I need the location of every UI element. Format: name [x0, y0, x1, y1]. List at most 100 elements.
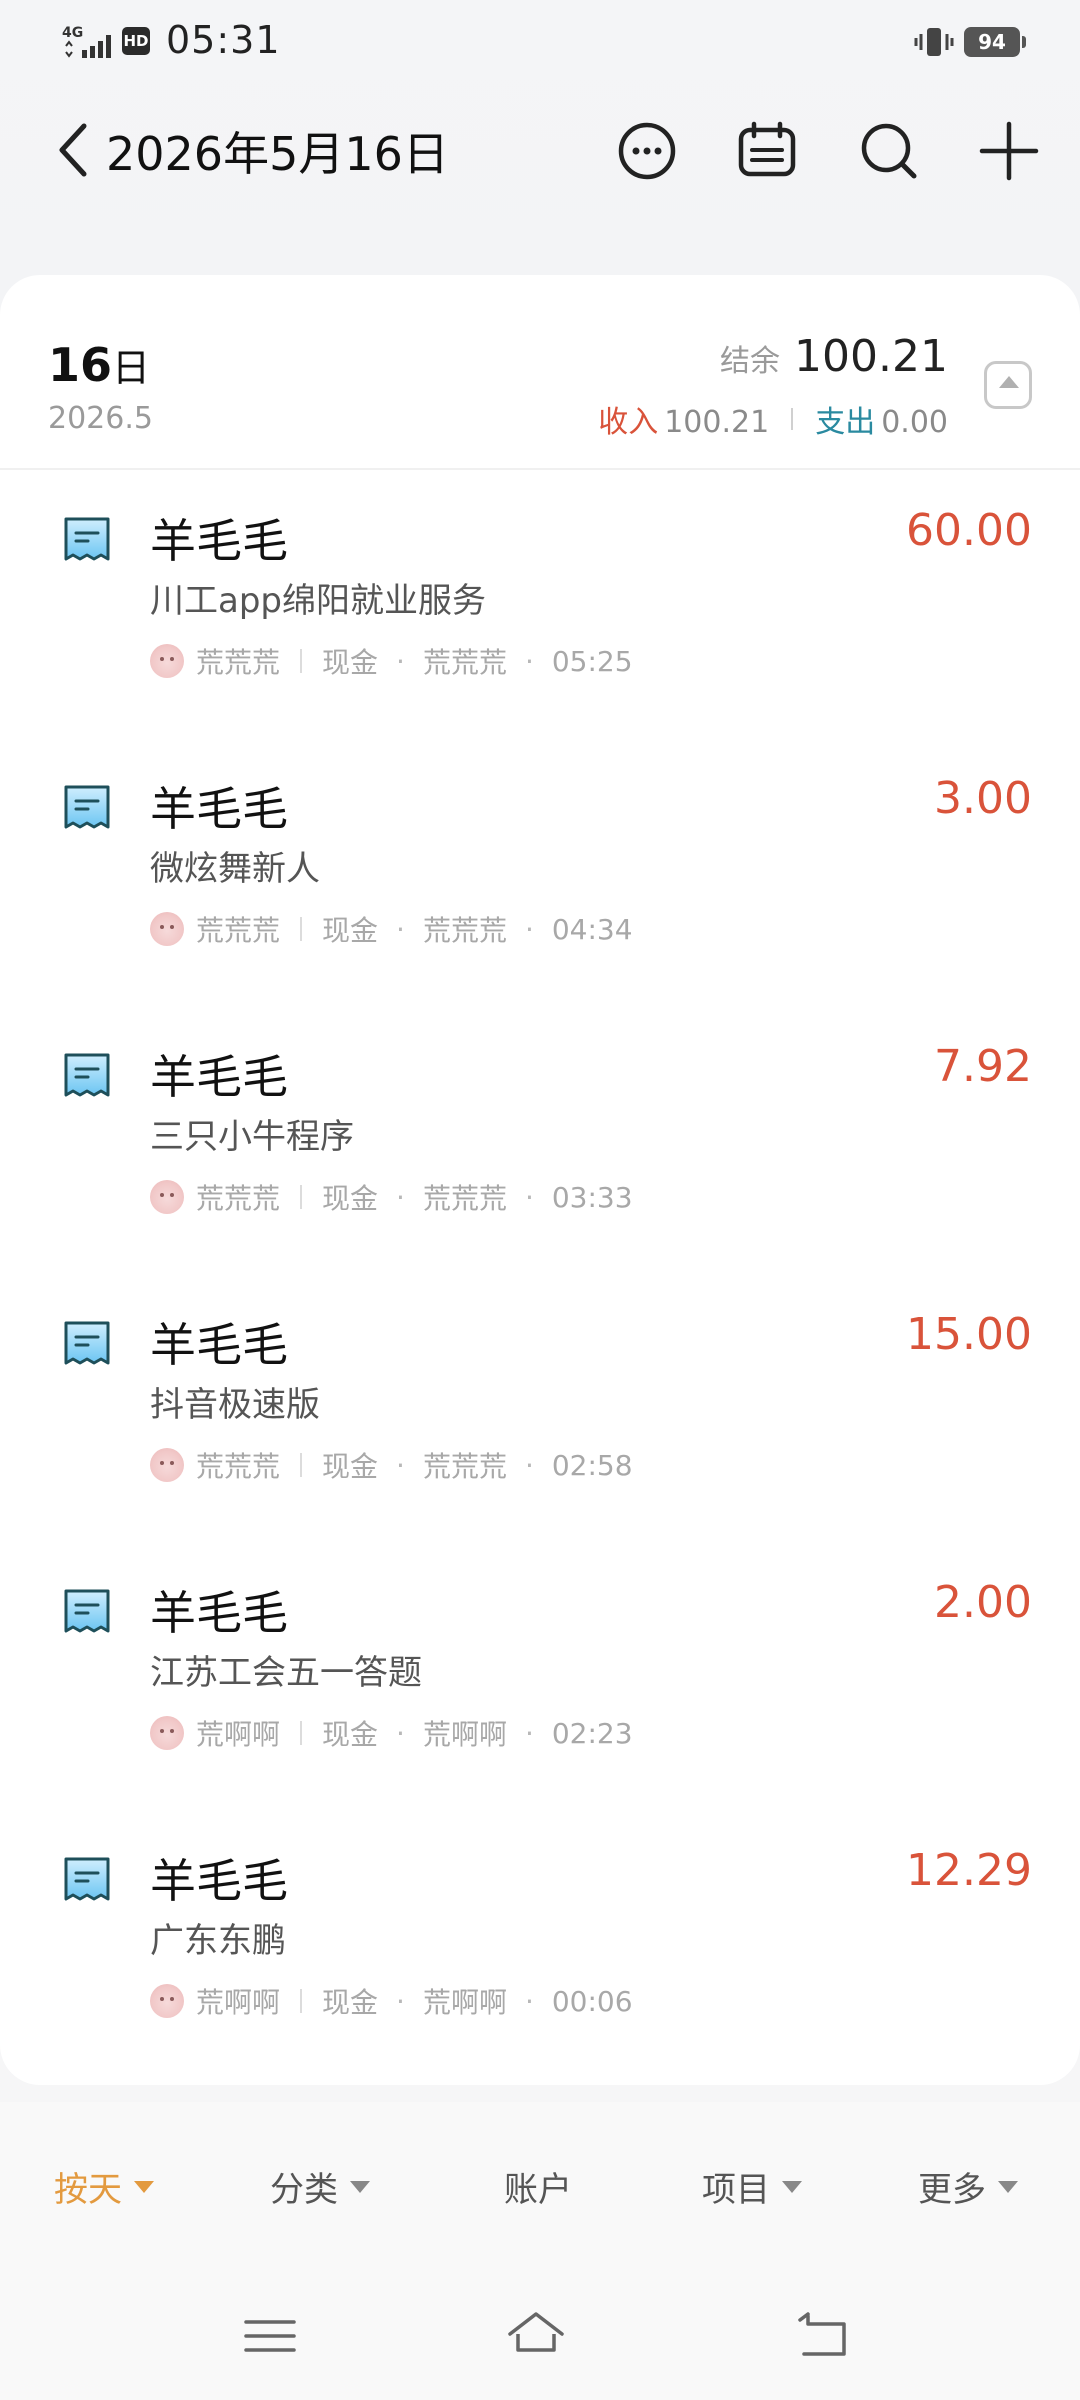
entry-member: 荒荒荒	[196, 1182, 281, 1215]
tab-by-day[interactable]: 按天	[54, 2162, 154, 2211]
entry-note: 三只小牛程序	[150, 1117, 354, 1157]
avatar	[150, 912, 184, 946]
entry-meta: 荒荒荒 现金 · 荒荒荒 · 03:33	[150, 1177, 633, 1217]
entry-amount: 3.00	[934, 773, 1032, 824]
entry-note: 川工app绵阳就业服务	[150, 581, 486, 621]
entry-member: 荒啊啊	[196, 1718, 281, 1751]
plus-icon[interactable]	[978, 120, 1040, 182]
system-nav-bar	[0, 2282, 1080, 2400]
day-record-card: 16日 2026.5 结余 100.21 收入 100.21 支出 0.00 羊…	[0, 275, 1080, 2085]
caret-down-icon	[782, 2180, 802, 2193]
divider	[300, 1721, 303, 1745]
battery-icon: 94	[964, 27, 1026, 57]
income-label: 收入	[598, 405, 659, 440]
entry-amount: 60.00	[906, 505, 1032, 556]
back-icon[interactable]	[794, 2306, 854, 2366]
receipt-icon	[64, 1053, 110, 1097]
tab-more[interactable]: 更多	[918, 2162, 1018, 2211]
search-icon[interactable]	[858, 120, 920, 182]
entry-person: 荒荒荒	[422, 1450, 507, 1483]
entry-note: 江苏工会五一答题	[150, 1653, 422, 1693]
entry-person: 荒荒荒	[422, 914, 507, 947]
entry-time: 05:25	[551, 644, 633, 678]
hd-badge: HD	[122, 27, 150, 55]
status-time: 05:31	[166, 18, 281, 62]
signal-icon: 4G	[62, 25, 111, 58]
entry-meta: 荒荒荒 现金 · 荒荒荒 · 04:34	[150, 909, 633, 949]
entry-note: 抖音极速版	[150, 1385, 320, 1425]
entry-time: 02:58	[551, 1448, 633, 1482]
entry-title: 羊毛毛	[150, 782, 288, 836]
list-item[interactable]: 羊毛毛 60.00 川工app绵阳就业服务 荒荒荒 现金 · 荒荒荒 · 05:…	[0, 471, 1080, 739]
entry-title: 羊毛毛	[150, 1854, 288, 1908]
entry-amount: 15.00	[906, 1309, 1032, 1360]
entry-account: 现金	[322, 1182, 379, 1215]
chevron-left-icon[interactable]	[50, 120, 96, 180]
entry-amount: 2.00	[934, 1577, 1032, 1628]
entry-person: 荒啊啊	[422, 1718, 507, 1751]
receipt-icon	[64, 1857, 110, 1901]
dot-separator: ·	[396, 1180, 405, 1214]
caret-down-icon	[134, 2180, 154, 2193]
dot-separator: ·	[396, 1984, 405, 2018]
entry-meta: 荒荒荒 现金 · 荒荒荒 · 05:25	[150, 641, 633, 681]
dot-separator: ·	[524, 1984, 534, 2018]
day-summary[interactable]: 16日 2026.5 结余 100.21 收入 100.21 支出 0.00	[0, 275, 1080, 470]
divider	[300, 1989, 303, 2013]
entry-time: 04:34	[551, 912, 633, 946]
expense-label: 支出	[815, 405, 876, 440]
entry-account: 现金	[322, 1986, 379, 2019]
status-bar: 4G HD 05:31 94	[0, 0, 1080, 84]
expense-value: 0.00	[881, 405, 948, 440]
more-circle-icon[interactable]	[616, 120, 678, 182]
caret-down-icon	[350, 2180, 370, 2193]
entry-account: 现金	[322, 1718, 379, 1751]
entry-member: 荒荒荒	[196, 646, 281, 679]
entry-member: 荒荒荒	[196, 1450, 281, 1483]
entry-meta: 荒啊啊 现金 · 荒啊啊 · 00:06	[150, 1981, 633, 2021]
avatar	[150, 644, 184, 678]
svg-text:4G: 4G	[62, 25, 83, 41]
list-item[interactable]: 羊毛毛 3.00 微炫舞新人 荒荒荒 现金 · 荒荒荒 · 04:34	[0, 739, 1080, 1007]
tab-account[interactable]: 账户	[504, 2162, 572, 2211]
dot-separator: ·	[524, 912, 534, 946]
entry-meta: 荒啊啊 现金 · 荒啊啊 · 02:23	[150, 1713, 633, 1753]
balance-value: 100.21	[794, 331, 948, 382]
entry-note: 微炫舞新人	[150, 849, 320, 889]
entry-account: 现金	[322, 1450, 379, 1483]
home-icon[interactable]	[506, 2306, 566, 2366]
vibrate-icon	[914, 28, 954, 56]
list-item[interactable]: 羊毛毛 12.29 广东东鹏 荒啊啊 现金 · 荒啊啊 · 00:06	[0, 1811, 1080, 2079]
entry-note: 广东东鹏	[150, 1921, 286, 1961]
entry-title: 羊毛毛	[150, 1050, 288, 1104]
dot-separator: ·	[524, 1180, 534, 1214]
entry-person: 荒荒荒	[422, 646, 507, 679]
tab-category[interactable]: 分类	[270, 2162, 370, 2211]
entry-time: 00:06	[551, 1984, 633, 2018]
divider	[300, 917, 303, 941]
tab-project[interactable]: 项目	[702, 2162, 802, 2211]
entry-time: 02:23	[551, 1716, 633, 1750]
dot-separator: ·	[396, 1716, 405, 1750]
list-item[interactable]: 羊毛毛 15.00 抖音极速版 荒荒荒 现金 · 荒荒荒 · 02:58	[0, 1275, 1080, 1543]
menu-icon[interactable]	[240, 2306, 300, 2366]
avatar	[150, 1984, 184, 2018]
dot-separator: ·	[524, 644, 534, 678]
receipt-icon	[64, 1589, 110, 1633]
divider	[791, 408, 794, 430]
collapse-up-icon[interactable]	[984, 361, 1032, 409]
avatar	[150, 1180, 184, 1214]
entry-title: 羊毛毛	[150, 1318, 288, 1372]
divider	[300, 649, 303, 673]
receipt-icon	[64, 1321, 110, 1365]
list-item[interactable]: 羊毛毛 7.92 三只小牛程序 荒荒荒 现金 · 荒荒荒 · 03:33	[0, 1007, 1080, 1275]
entry-person: 荒啊啊	[422, 1986, 507, 2019]
entry-account: 现金	[322, 914, 379, 947]
income-expense-row: 收入 100.21 支出 0.00	[598, 397, 948, 441]
page-title: 2026年5月16日	[106, 127, 449, 181]
dot-separator: ·	[396, 912, 405, 946]
calendar-icon[interactable]	[736, 120, 798, 182]
list-item[interactable]: 羊毛毛 2.00 江苏工会五一答题 荒啊啊 现金 · 荒啊啊 · 02:23	[0, 1543, 1080, 1811]
balance-row: 结余 100.21	[720, 331, 948, 382]
entry-amount: 7.92	[934, 1041, 1032, 1092]
